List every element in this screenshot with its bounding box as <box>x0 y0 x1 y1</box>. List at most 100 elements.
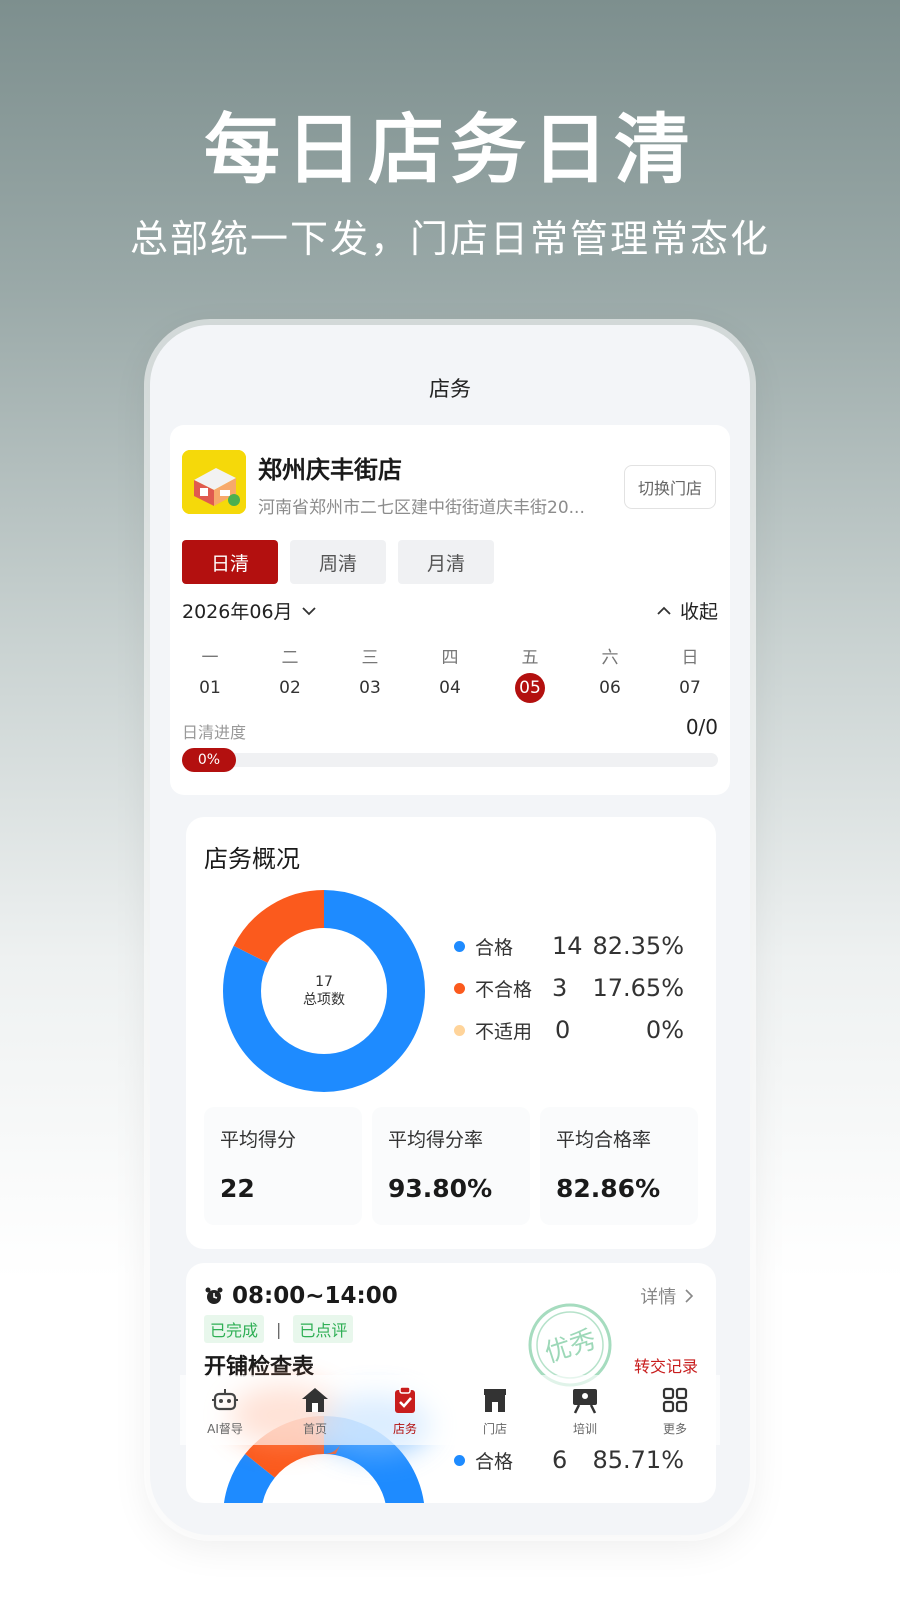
chevron-right-icon <box>685 1289 694 1303</box>
store-logo <box>182 450 246 514</box>
tab-training[interactable]: 培训 <box>540 1375 630 1445</box>
stat-value: 22 <box>220 1174 255 1203</box>
date-cell[interactable]: 03 <box>330 673 410 703</box>
legend-count: 0 <box>555 1016 571 1044</box>
period-tabs: 日清 周清 月清 <box>182 540 494 584</box>
stats-row: 平均得分 22 平均得分率 93.80% 平均合格率 82.86% <box>204 1107 698 1225</box>
dot-icon <box>454 940 465 952</box>
tab-weekly[interactable]: 周清 <box>290 540 386 584</box>
date-number: 01 <box>199 678 221 698</box>
tab-store-affairs[interactable]: 店务 <box>360 1375 450 1445</box>
tag-separator: | <box>276 1319 282 1339</box>
date-cell[interactable]: 01 <box>170 673 250 703</box>
legend-pct: 0% <box>645 1016 684 1044</box>
legend-name: 合格 <box>475 936 514 959</box>
overview-legend: 合格 14 82.35% 不合格 3 17.65% 不适用 0 0% <box>454 925 684 1051</box>
dot-icon <box>454 1024 465 1036</box>
bottom-tab-bar: AI督导 首页 店务 门店 培训 更多 <box>180 1375 720 1445</box>
date-number-selected: 05 <box>515 673 545 703</box>
weekday-label: 六 <box>601 648 619 668</box>
svg-text:优秀: 优秀 <box>541 1325 600 1370</box>
detail-label: 详情 <box>640 1287 677 1308</box>
store-name: 郑州庆丰街店 <box>258 456 402 484</box>
date-cell[interactable]: 02 <box>250 673 330 703</box>
tab-home[interactable]: 首页 <box>270 1375 360 1445</box>
legend-name: 不合格 <box>475 978 533 1001</box>
tab-more[interactable]: 更多 <box>630 1375 720 1445</box>
page-title: 店务 <box>429 377 471 401</box>
date-number: 07 <box>679 678 701 698</box>
weekday-label: 三 <box>361 648 379 668</box>
stat-avg-pass-rate: 平均合格率 82.86% <box>540 1107 698 1225</box>
tab-label: 培训 <box>572 1421 597 1436</box>
legend-count: 3 <box>552 974 568 1002</box>
tab-label: 更多 <box>662 1421 687 1436</box>
clipboard-check-icon <box>395 1385 415 1413</box>
tab-label: 店务 <box>392 1421 417 1436</box>
total-label: 总项数 <box>303 992 345 1008</box>
date-cell-selected[interactable]: 05 <box>490 673 570 703</box>
tab-label: 首页 <box>302 1421 327 1436</box>
robot-icon <box>212 1388 238 1410</box>
tab-store[interactable]: 门店 <box>450 1375 540 1445</box>
task-time: 08:00~14:00 <box>204 1283 398 1309</box>
weekday-label: 四 <box>441 648 459 668</box>
progress-count: 0/0 <box>685 715 718 739</box>
store-icon <box>484 1388 506 1412</box>
legend-item-pass: 合格 14 82.35% <box>454 925 684 967</box>
donut-center: 17 总项数 <box>220 887 428 1095</box>
alarm-clock-icon <box>205 1287 223 1304</box>
weekday-label: 五 <box>521 648 539 668</box>
legend-count: 14 <box>552 932 583 960</box>
date-number: 02 <box>279 678 301 698</box>
tab-monthly[interactable]: 月清 <box>398 540 494 584</box>
date-cell[interactable]: 07 <box>650 673 730 703</box>
weekday-row: 一 二 三 四 五 六 日 <box>170 643 730 668</box>
tab-label: AI督导 <box>207 1421 243 1436</box>
collapse-label: 收起 <box>679 601 718 623</box>
legend-item-fail: 不合格 3 17.65% <box>454 967 684 1009</box>
weekday-label: 一 <box>201 648 219 668</box>
legend-pct: 85.71% <box>592 1446 684 1474</box>
month-row: 2026年06月 收起 <box>182 597 718 624</box>
task-legend: 合格 6 85.71% <box>454 1439 684 1481</box>
legend-name: 合格 <box>475 1450 514 1473</box>
status-badge-done: 已完成 <box>204 1315 265 1343</box>
hero-title: 每日店务日清 <box>204 105 696 194</box>
legend-name: 不适用 <box>475 1020 533 1043</box>
date-cell[interactable]: 06 <box>570 673 650 703</box>
task-detail-link[interactable]: 详情 <box>640 1283 696 1309</box>
status-badge-reviewed: 已点评 <box>293 1315 354 1343</box>
task-time-text: 08:00~14:00 <box>232 1283 398 1309</box>
chevron-up-icon <box>657 606 671 615</box>
store-card: 郑州庆丰街店 河南省郑州市二七区建中街街道庆丰街20... 切换门店 日清 周清… <box>170 425 730 795</box>
total-count: 17 <box>315 974 333 990</box>
tab-daily[interactable]: 日清 <box>182 540 278 584</box>
phone-frame: 店务 郑州庆丰街店 河南省郑州市二七区建中街街道庆丰街20... 切换门店 日清… <box>150 325 750 1535</box>
hero-subtitle: 总部统一下发，门店日常管理常态化 <box>129 217 770 261</box>
dot-icon <box>454 1454 465 1466</box>
month-picker[interactable]: 2026年06月 <box>182 597 317 624</box>
legend-pct: 82.35% <box>592 932 684 960</box>
tab-ai-supervisor[interactable]: AI督导 <box>180 1375 270 1445</box>
collapse-button[interactable]: 收起 <box>656 597 718 624</box>
progress-label: 日清进度 <box>182 723 247 742</box>
home-icon <box>302 1387 328 1412</box>
store-address: 河南省郑州市二七区建中街街道庆丰街20... <box>258 498 585 518</box>
task-tags: 已完成 | 已点评 <box>204 1315 354 1343</box>
stat-label: 平均合格率 <box>556 1129 652 1151</box>
overview-card: 店务概况 17 总项数 合格 14 82.35% 不合格 3 17.65% 不适… <box>186 817 716 1249</box>
date-row: 01 02 03 04 05 06 07 <box>170 673 730 703</box>
date-number: 06 <box>599 678 621 698</box>
legend-item-pass: 合格 6 85.71% <box>454 1439 684 1481</box>
legend-item-na: 不适用 0 0% <box>454 1009 684 1051</box>
date-number: 03 <box>359 678 381 698</box>
stat-value: 93.80% <box>388 1174 493 1203</box>
grid-more-icon <box>662 1387 688 1412</box>
switch-store-button[interactable]: 切换门店 <box>624 465 716 509</box>
transfer-record-link[interactable]: 转交记录 <box>634 1353 698 1377</box>
date-cell[interactable]: 04 <box>410 673 490 703</box>
training-board-icon <box>573 1388 597 1414</box>
progress-fill: 0% <box>182 748 236 772</box>
legend-count: 6 <box>552 1446 568 1474</box>
